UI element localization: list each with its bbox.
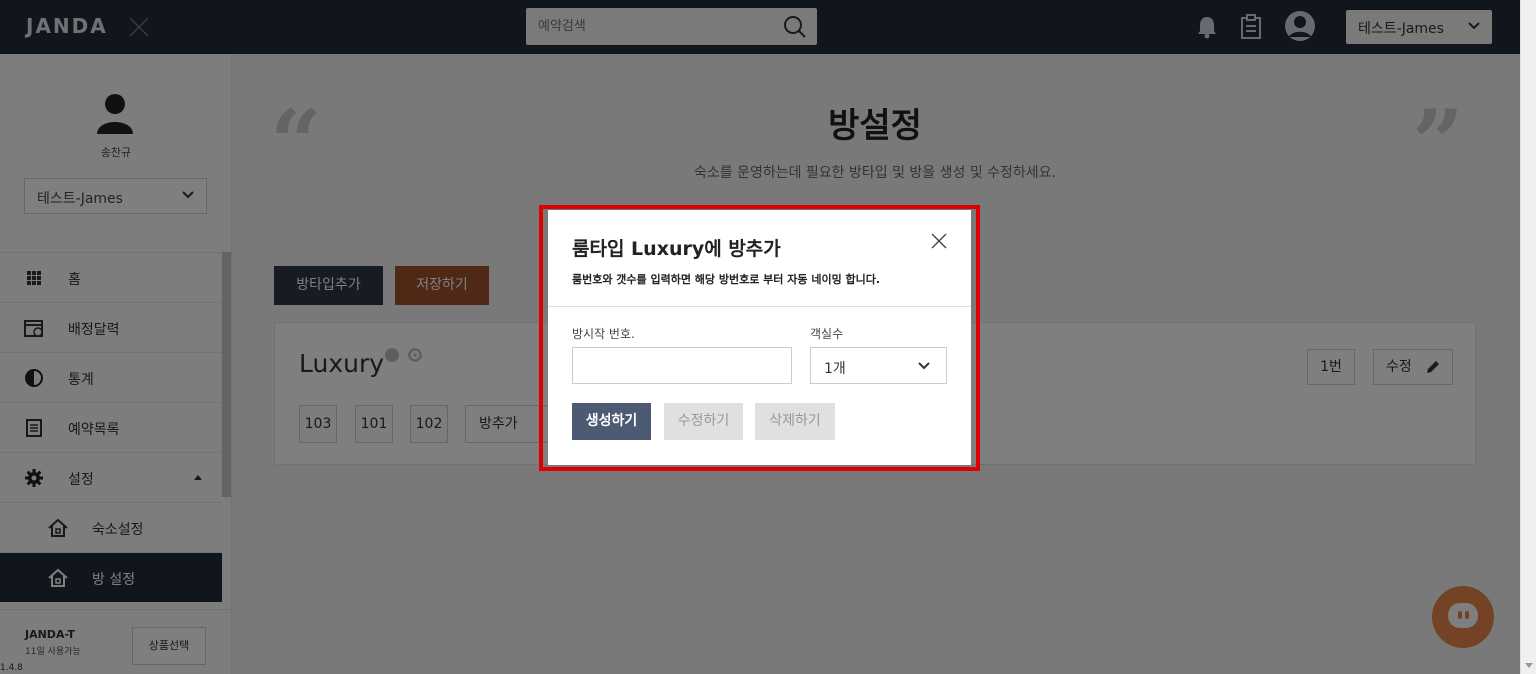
start-number-input[interactable]: [572, 347, 792, 384]
modal-description: 룸번호와 갯수를 입력하면 해당 방번호로 부터 자동 네이밍 합니다.: [572, 273, 881, 286]
modal-divider: [548, 306, 971, 307]
chevron-down-icon: [918, 362, 930, 370]
close-icon[interactable]: [931, 233, 947, 249]
scroll-down-arrow-icon[interactable]: [1525, 663, 1533, 668]
room-count-value: 1개: [824, 361, 846, 377]
edit-button[interactable]: 수정하기: [664, 403, 743, 440]
page-scrollbar[interactable]: [1520, 0, 1536, 674]
start-number-label: 방시작 번호.: [572, 327, 635, 341]
delete-button[interactable]: 삭제하기: [755, 403, 835, 440]
create-button[interactable]: 생성하기: [572, 403, 651, 440]
modal-title: 룸타입 Luxury에 방추가: [572, 238, 781, 260]
room-count-label: 객실수: [810, 327, 844, 341]
room-count-select[interactable]: 1개: [810, 347, 947, 384]
add-room-modal: 룸타입 Luxury에 방추가 룸번호와 갯수를 입력하면 해당 방번호로 부터…: [548, 210, 971, 465]
